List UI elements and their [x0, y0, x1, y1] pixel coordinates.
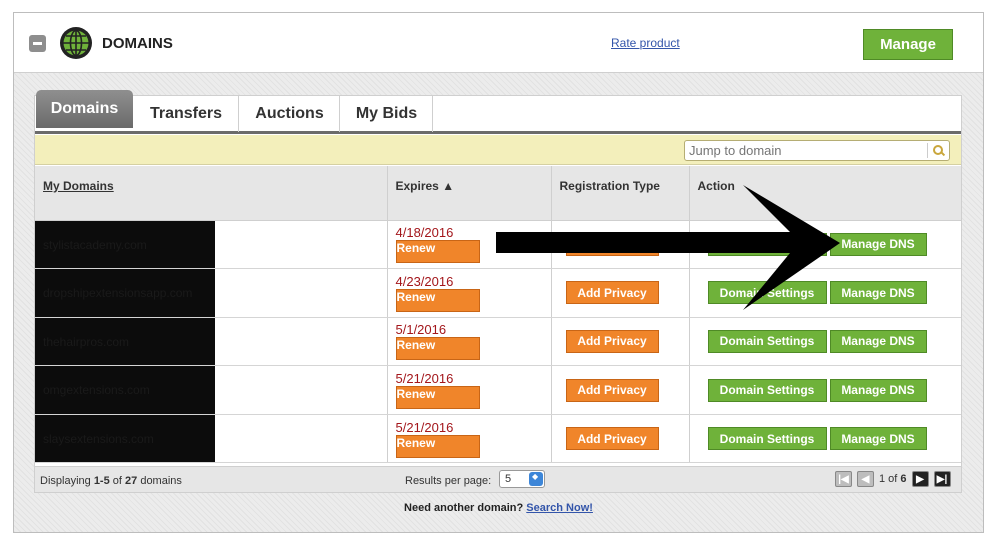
- manage-dns-button[interactable]: Manage DNS: [829, 378, 927, 402]
- search-toolbar: [35, 135, 961, 165]
- manage-dns-button[interactable]: Manage DNS: [829, 427, 927, 451]
- add-privacy-button[interactable]: Add Privacy: [565, 329, 659, 353]
- domain-name[interactable]: omgextensions.com: [43, 383, 150, 397]
- select-arrows-icon: [529, 472, 543, 486]
- col-action: Action: [689, 166, 961, 221]
- registration-cell: Add Privacy: [551, 414, 690, 464]
- add-privacy-button[interactable]: Add Privacy: [565, 232, 659, 256]
- results-per-page-label: Results per page:: [405, 475, 492, 487]
- domains-table: My Domains Expires ▲ Registration Type A…: [35, 166, 961, 464]
- domains-widget: DOMAINS Rate product Manage Domains Tran…: [13, 12, 984, 533]
- action-cell: Domain Settings Manage DNS: [689, 268, 961, 318]
- redaction-block: omgextensions.com: [35, 366, 215, 414]
- expires-date: 5/21/2016: [395, 419, 454, 435]
- expires-cell: 5/21/2016Renew: [387, 365, 552, 415]
- domain-name[interactable]: dropshipextensionsapp.com: [43, 286, 192, 300]
- add-privacy-button[interactable]: Add Privacy: [565, 281, 659, 305]
- jump-to-domain-input[interactable]: [689, 143, 919, 158]
- domain-name[interactable]: slaysextensions.com: [43, 432, 154, 446]
- results-per-page-select[interactable]: 5: [499, 470, 545, 488]
- col-expires[interactable]: Expires ▲: [387, 166, 552, 221]
- renew-button[interactable]: Renew: [395, 337, 480, 361]
- displaying-count: Displaying 1-5 of 27 domains: [40, 475, 182, 487]
- expires-cell: 5/1/2016Renew: [387, 317, 552, 367]
- table-row: omgextensions.com 5/21/2016Renew Add Priva…: [35, 365, 961, 415]
- globe-icon: [60, 27, 92, 59]
- expires-date: 5/21/2016: [395, 371, 454, 387]
- domain-cell: thehairpros.com: [35, 317, 388, 367]
- col-my-domains[interactable]: My Domains: [35, 166, 388, 221]
- rate-product-link[interactable]: Rate product: [611, 36, 680, 50]
- add-privacy-button[interactable]: Add Privacy: [565, 378, 659, 402]
- pagination: |◀ ◀ 1 of 6 ▶ ▶|: [835, 471, 951, 487]
- first-page-icon[interactable]: |◀: [835, 471, 852, 487]
- domain-settings-button[interactable]: Domain Settings: [707, 329, 827, 353]
- search-now-link[interactable]: Search Now!: [526, 502, 593, 514]
- last-page-icon[interactable]: ▶|: [933, 471, 951, 487]
- domain-settings-button[interactable]: Domain Settings: [707, 281, 827, 305]
- redaction-block: thehairpros.com: [35, 317, 215, 366]
- action-cell: Domain Settings Manage DNS: [689, 317, 961, 367]
- manage-dns-button[interactable]: Manage DNS: [829, 232, 927, 256]
- widget-header: DOMAINS Rate product Manage: [14, 13, 983, 73]
- expires-cell: 4/18/2016Renew: [387, 220, 552, 270]
- domain-settings-button[interactable]: Domain Settings: [707, 427, 827, 451]
- tab-auctions[interactable]: Auctions: [240, 96, 340, 132]
- redaction-block: slaysextensions.com: [35, 414, 215, 463]
- manage-dns-button[interactable]: Manage DNS: [829, 329, 927, 353]
- prev-page-icon[interactable]: ◀: [857, 471, 874, 487]
- tab-transfers[interactable]: Transfers: [134, 96, 239, 132]
- page-indicator: 1 of 6: [879, 473, 907, 485]
- table-row: thehairpros.com 5/1/2016Renew Add Privacy D…: [35, 317, 961, 367]
- manage-dns-button[interactable]: Manage DNS: [829, 281, 927, 305]
- registration-cell: Add Privacy: [551, 317, 690, 367]
- col-registration-type: Registration Type: [551, 166, 690, 221]
- renew-button[interactable]: Renew: [395, 288, 480, 312]
- add-privacy-button[interactable]: Add Privacy: [565, 427, 659, 451]
- expires-date: 4/18/2016: [395, 225, 454, 241]
- need-domain-prompt: Need another domain? Search Now!: [404, 502, 593, 514]
- domain-name[interactable]: stylistacademy.com: [43, 238, 147, 252]
- jump-to-domain-box: [684, 140, 950, 161]
- expires-cell: 5/21/2016Renew: [387, 414, 552, 464]
- registration-cell: Add Privacy: [551, 220, 690, 270]
- renew-button[interactable]: Renew: [395, 386, 480, 410]
- domain-settings-button[interactable]: Domain Settings: [707, 232, 827, 256]
- domains-panel: Domains Transfers Auctions My Bids My Do…: [34, 90, 962, 493]
- table-row: stylistacademy.com 4/18/2016Renew Add Priv…: [35, 220, 961, 270]
- widget-title: DOMAINS: [102, 35, 173, 52]
- registration-cell: Add Privacy: [551, 365, 690, 415]
- next-page-icon[interactable]: ▶: [911, 471, 929, 487]
- expires-cell: 4/23/2016Renew: [387, 268, 552, 318]
- table-row: dropshipextensionsapp.com 4/23/2016Renew A…: [35, 268, 961, 318]
- tab-my-bids[interactable]: My Bids: [341, 96, 433, 132]
- action-cell: Domain Settings Manage DNS: [689, 220, 961, 270]
- domain-cell: slaysextensions.com: [35, 414, 388, 464]
- action-cell: Domain Settings Manage DNS: [689, 365, 961, 415]
- renew-button[interactable]: Renew: [395, 434, 480, 458]
- expires-date: 5/1/2016: [395, 322, 447, 338]
- domain-cell: stylistacademy.com: [35, 220, 388, 270]
- tab-bar: Domains Transfers Auctions My Bids: [35, 90, 961, 134]
- search-icon[interactable]: [927, 143, 947, 158]
- manage-button[interactable]: Manage: [863, 29, 953, 60]
- domain-settings-button[interactable]: Domain Settings: [707, 378, 827, 402]
- redaction-block: stylistacademy.com: [35, 220, 215, 269]
- redaction-block: dropshipextensionsapp.com: [35, 269, 215, 317]
- tab-domains[interactable]: Domains: [36, 90, 133, 128]
- table-footer: Displaying 1-5 of 27 domains Results per…: [35, 466, 961, 492]
- domain-cell: dropshipextensionsapp.com: [35, 268, 388, 318]
- table-row: slaysextensions.com 5/21/2016Renew Add Pri…: [35, 414, 961, 464]
- collapse-icon[interactable]: [29, 35, 46, 52]
- renew-button[interactable]: Renew: [395, 240, 480, 264]
- action-cell: Domain Settings Manage DNS: [689, 414, 961, 464]
- expires-date: 4/23/2016: [395, 273, 454, 289]
- domain-cell: omgextensions.com: [35, 365, 388, 415]
- registration-cell: Add Privacy: [551, 268, 690, 318]
- domain-name[interactable]: thehairpros.com: [43, 335, 129, 349]
